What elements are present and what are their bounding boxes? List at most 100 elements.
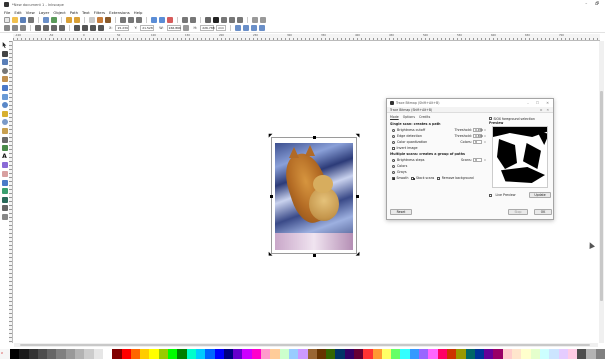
restore-button[interactable]: 🗗 (595, 1, 599, 8)
palette-swatch[interactable] (391, 349, 401, 359)
smooth-checkbox[interactable] (392, 176, 396, 180)
lower-to-bottom-icon[interactable] (98, 25, 104, 31)
invert-image-checkbox[interactable] (392, 146, 395, 150)
spin-arrows-icon[interactable]: ⇕ (484, 135, 486, 138)
palette-swatch[interactable] (419, 349, 429, 359)
ok-button[interactable]: OK (534, 209, 552, 215)
palette-swatch[interactable] (10, 349, 20, 359)
pencil-tool-icon[interactable] (1, 127, 8, 134)
reset-button[interactable]: Reset (390, 209, 412, 215)
palette-swatch[interactable] (484, 349, 494, 359)
flip-horizontal-icon[interactable] (51, 25, 57, 31)
flip-vertical-icon[interactable] (59, 25, 65, 31)
connector-tool-icon[interactable] (1, 213, 8, 220)
transform-patterns-icon[interactable] (259, 25, 266, 31)
palette-swatch[interactable] (140, 349, 150, 359)
scale-handle-left[interactable] (270, 195, 273, 198)
spin-arrows-icon[interactable]: ⇕ (484, 129, 486, 132)
palette-swatch[interactable] (28, 349, 38, 359)
palette-swatch[interactable] (493, 349, 503, 359)
zoom-page-icon[interactable] (136, 17, 142, 23)
menu-object[interactable]: Object (53, 10, 65, 15)
rectangle-tool-icon[interactable] (1, 84, 8, 91)
select-all-icon[interactable] (4, 25, 10, 31)
spin-arrows-icon[interactable]: ⇕ (484, 159, 486, 162)
open-folder-icon[interactable] (12, 17, 18, 23)
layers-icon[interactable] (221, 17, 227, 23)
palette-swatch[interactable] (381, 349, 392, 359)
document-properties-icon[interactable] (260, 17, 266, 23)
h-input[interactable]: 226.788 (200, 25, 215, 31)
palette-swatch[interactable] (326, 349, 336, 359)
palette-swatch[interactable] (56, 349, 66, 359)
cut-icon[interactable] (97, 17, 103, 23)
measure-tool-icon[interactable] (1, 76, 8, 83)
align-icon[interactable] (237, 17, 243, 23)
scale-handle-bottom-left[interactable]: ◣ (268, 252, 273, 257)
palette-swatch[interactable] (177, 349, 187, 359)
no-paint-swatch[interactable]: X (1, 351, 3, 355)
horizontal-scrollbar[interactable] (14, 343, 598, 347)
redo-icon[interactable] (74, 17, 80, 23)
node-tool-icon[interactable] (1, 50, 8, 57)
palette-swatch[interactable] (353, 349, 364, 359)
unit-select[interactable]: mm (216, 25, 227, 31)
scale-handle-bottom[interactable] (313, 254, 316, 257)
color-quantization-radio[interactable] (392, 140, 395, 144)
scale-handle-bottom-right[interactable]: ◢ (355, 252, 360, 257)
calligraphy-tool-icon[interactable] (1, 145, 8, 152)
zoom-drawing-icon[interactable] (128, 17, 134, 23)
palette-swatch[interactable] (270, 349, 280, 359)
dialog-minimize-button[interactable]: – (527, 101, 529, 105)
colors-radio[interactable] (392, 164, 395, 168)
deselect-icon[interactable] (20, 25, 26, 31)
palette-swatch[interactable] (75, 349, 85, 359)
palette-swatch[interactable] (223, 349, 234, 359)
paint-bucket-tool-icon[interactable] (1, 179, 8, 186)
zoom-tool-icon[interactable] (1, 67, 8, 74)
palette-swatch[interactable] (84, 349, 94, 359)
palette-swatch[interactable] (446, 349, 457, 359)
panel-close-icon[interactable]: ✕ (546, 108, 549, 112)
unlink-clone-icon[interactable] (167, 17, 173, 23)
raise-icon[interactable] (82, 25, 88, 31)
tweak-tool-icon[interactable] (1, 59, 8, 66)
scale-corners-icon[interactable] (243, 25, 250, 31)
cat-bitmap-image[interactable] (275, 143, 353, 250)
raise-to-top-icon[interactable] (74, 25, 80, 31)
palette-swatch[interactable] (307, 349, 317, 359)
pen-tool-icon[interactable] (1, 136, 8, 143)
clone-icon[interactable] (159, 17, 165, 23)
tab-mode[interactable]: Mode (390, 115, 399, 119)
palette-swatch[interactable] (316, 349, 327, 359)
palette-swatch[interactable] (288, 349, 299, 359)
palette-swatch[interactable] (512, 349, 522, 359)
palette-swatch[interactable] (47, 349, 57, 359)
palette-swatch[interactable] (251, 349, 262, 359)
palette-swatch[interactable] (112, 349, 122, 359)
paste-icon[interactable] (105, 17, 111, 23)
ellipse-tool-icon[interactable] (1, 102, 8, 109)
palette-swatch[interactable] (567, 349, 578, 359)
palette-swatch[interactable] (530, 349, 540, 359)
palette-swatch[interactable] (465, 349, 475, 359)
group-icon[interactable] (182, 17, 188, 23)
palette-swatch[interactable] (539, 349, 550, 359)
lock-ratio-icon[interactable] (182, 25, 189, 31)
edge-detection-radio[interactable] (392, 134, 395, 138)
palette-swatch[interactable] (298, 349, 308, 359)
new-document-icon[interactable] (4, 17, 10, 23)
text-tool-icon[interactable]: A (2, 153, 8, 160)
xml-editor-icon[interactable] (229, 17, 235, 23)
palette-swatch[interactable] (102, 349, 113, 359)
horizontal-scroll-thumb[interactable] (20, 344, 590, 346)
palette-swatch[interactable] (372, 349, 382, 359)
undo-icon[interactable] (66, 17, 72, 23)
grays-radio[interactable] (392, 170, 395, 174)
palette-swatch[interactable] (261, 349, 271, 359)
select-all-layers-icon[interactable] (12, 25, 18, 31)
palette-swatch[interactable] (344, 349, 354, 359)
palette-swatch[interactable] (186, 349, 196, 359)
ungroup-icon[interactable] (190, 17, 196, 23)
print-icon[interactable] (28, 17, 34, 23)
